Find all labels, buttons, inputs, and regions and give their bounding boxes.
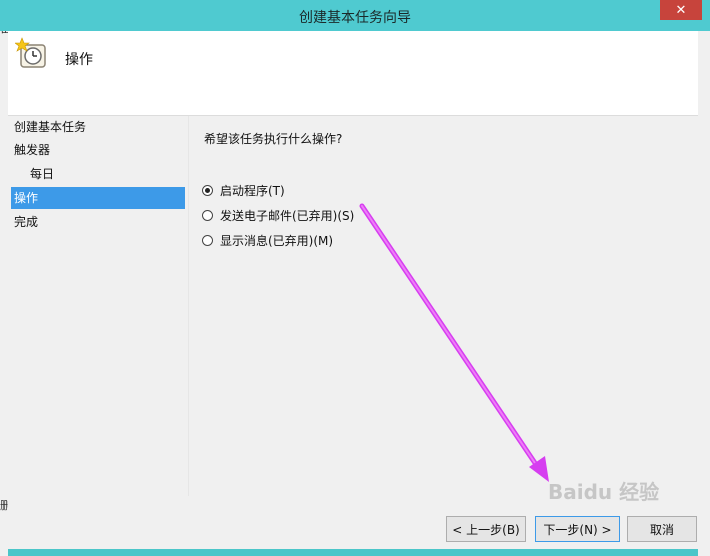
option-label: 显示消息(已弃用)(M) — [220, 233, 334, 248]
title-bar[interactable]: 创建基本任务向导 ✕ — [0, 0, 710, 31]
wizard-window: 完 备 删 创建基本任务向导 ✕ 操作 创建基本任务 触发器 每日 操作 完成 … — [0, 0, 710, 556]
sidebar-divider — [188, 116, 189, 496]
next-button[interactable]: 下一步(N) > — [535, 516, 620, 542]
option-label: 启动程序(T) — [220, 183, 285, 198]
step-trigger: 触发器 — [14, 143, 51, 157]
back-button[interactable]: < 上一步(B) — [446, 516, 526, 542]
watermark-logo: Baidu 经验 — [548, 480, 660, 504]
close-button[interactable]: ✕ — [660, 0, 702, 20]
option-label: 发送电子邮件(已弃用)(S) — [220, 208, 355, 223]
radio-show-message[interactable] — [202, 234, 213, 246]
cancel-button[interactable]: 取消 — [627, 516, 697, 542]
radio-send-email[interactable] — [202, 209, 213, 221]
action-question: 希望该任务执行什么操作? — [204, 132, 343, 146]
background-window-right — [698, 0, 710, 556]
option-start-program[interactable]: 启动程序(T) — [202, 180, 285, 200]
wizard-steps: 创建基本任务 触发器 每日 操作 完成 — [8, 116, 188, 549]
wizard-header: 操作 — [8, 31, 698, 116]
step-finish: 完成 — [14, 215, 39, 229]
option-show-message[interactable]: 显示消息(已弃用)(M) — [202, 230, 333, 250]
step-create-task: 创建基本任务 — [14, 120, 87, 134]
radio-start-program[interactable] — [202, 184, 213, 196]
task-clock-icon — [15, 37, 46, 68]
background-window-left: 完 备 删 — [0, 0, 11, 556]
window-title: 创建基本任务向导 — [299, 10, 411, 26]
step-action: 操作 — [11, 187, 185, 209]
step-daily: 每日 — [30, 167, 55, 181]
option-send-email[interactable]: 发送电子邮件(已弃用)(S) — [202, 205, 354, 225]
page-title: 操作 — [65, 52, 93, 68]
wizard-body: 操作 创建基本任务 触发器 每日 操作 完成 希望该任务执行什么操作? 启动程序… — [8, 31, 698, 549]
